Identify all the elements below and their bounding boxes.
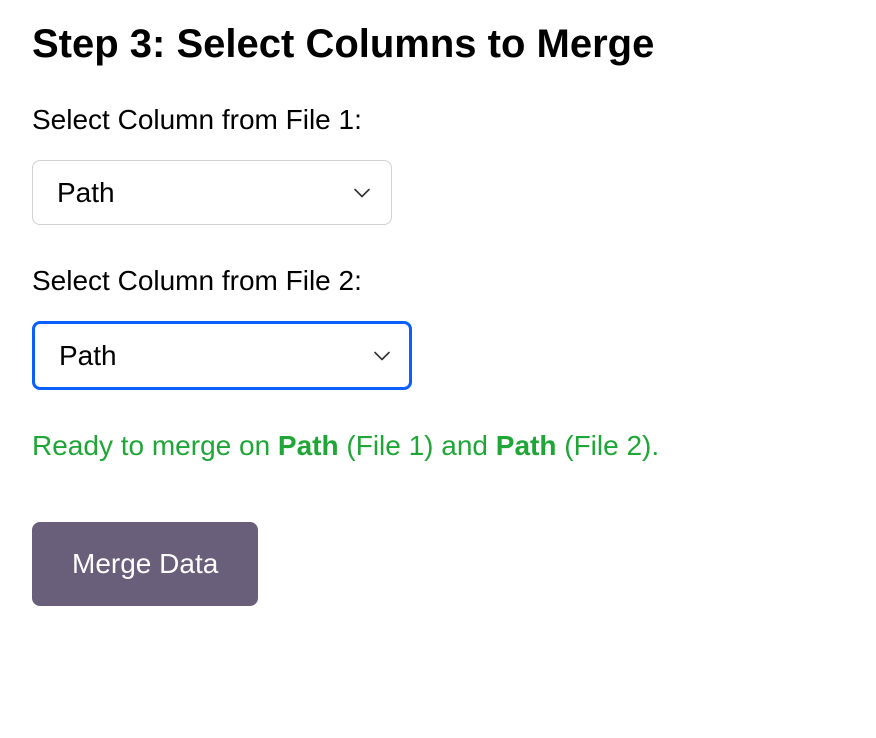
file2-column-select[interactable]: Path <box>32 321 412 390</box>
step-heading: Step 3: Select Columns to Merge <box>32 20 844 68</box>
file1-select-wrapper: Path <box>32 160 392 225</box>
merge-status-text: Ready to merge on Path (File 1) and Path… <box>32 430 844 462</box>
status-col1: Path <box>278 430 339 461</box>
file1-column-select[interactable]: Path <box>32 160 392 225</box>
merge-data-button[interactable]: Merge Data <box>32 522 258 606</box>
status-mid1: (File 1) and <box>339 430 496 461</box>
file2-select-wrapper: Path <box>32 321 412 390</box>
file2-field-group: Select Column from File 2: Path <box>32 265 844 390</box>
file1-label: Select Column from File 1: <box>32 104 844 136</box>
status-mid2: (File 2). <box>556 430 659 461</box>
status-prefix: Ready to merge on <box>32 430 278 461</box>
file1-field-group: Select Column from File 1: Path <box>32 104 844 225</box>
file2-label: Select Column from File 2: <box>32 265 844 297</box>
status-col2: Path <box>496 430 557 461</box>
